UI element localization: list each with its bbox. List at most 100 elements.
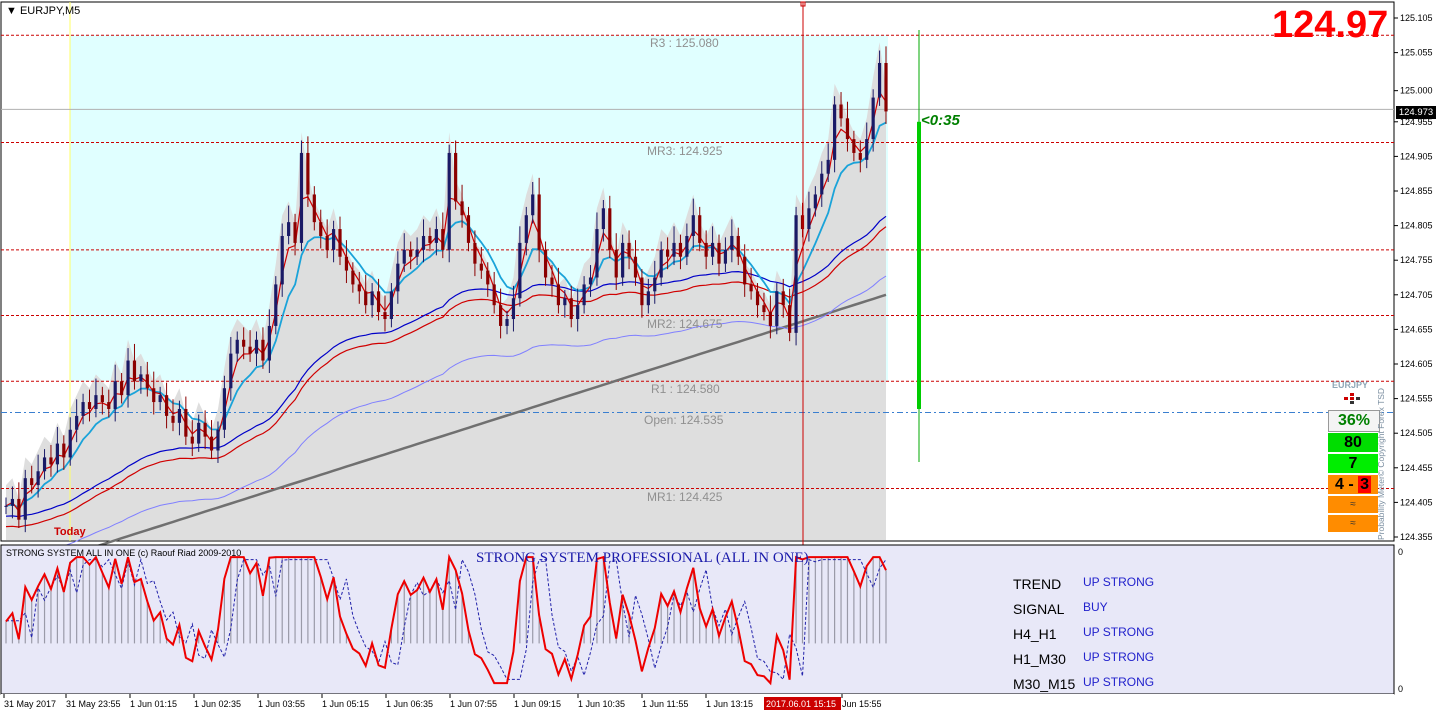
candle-body [344,256,349,271]
candle-body [383,312,387,320]
candle-body [287,222,291,236]
meter-box-3-left: 4 [1334,476,1344,493]
x-tick-label: 1 Jun 06:35 [386,699,433,709]
meter-vertical-label: Probability Meter© Copyright Forex TSD [1376,387,1386,540]
candle-body [845,118,850,140]
candle-body [197,422,201,444]
candle-body [813,194,817,209]
candle-body [36,471,40,486]
candle-body [582,284,586,306]
candle-body [120,381,124,396]
candle-body [595,229,599,278]
indicator-center-title: STRONG SYSTEM PROFESSIONAL (ALL IN ONE) [476,550,809,566]
chart-canvas[interactable]: 125.105125.055125.000124.955124.905124.8… [0,0,1436,717]
status-row-value: UP STRONG [1083,650,1155,664]
candle-body [807,208,811,230]
candle-body [235,339,239,354]
candle-body [691,215,695,236]
x-tick-label: 1 Jun 05:15 [322,699,369,709]
candle-body [132,360,137,382]
candle-body [717,242,721,264]
candle-body [364,291,368,306]
status-row-label: H4_H1 [1013,626,1057,642]
big-price: 124.97 [1272,4,1389,46]
y-tick-label: 124.805 [1400,221,1433,231]
candle-body [550,277,554,285]
x-tick-label: 1 Jun 11:55 [642,699,688,709]
candle-body [788,305,792,333]
candle-body [524,215,528,243]
candle-body [454,152,458,202]
x-tick-label: Jun 15:55 [842,699,882,709]
candle-body [614,249,618,278]
status-row-value: UP STRONG [1083,675,1155,689]
meter-box-3-right: 3 [1358,476,1372,493]
y-tick-label: 124.605 [1400,359,1433,369]
symbol-label: ▼ EURJPY,M5 [6,5,81,17]
candle-body [209,436,214,451]
candle-body [10,498,15,506]
y-tick-label: 124.455 [1400,463,1433,473]
candle-body [81,402,85,416]
x-tick-label: 1 Jun 07:55 [450,699,497,709]
candle-timer: <0:35 [921,112,960,129]
candle-body [312,194,316,223]
candle-body [755,291,760,306]
candle-body [171,415,175,423]
candle-body [518,242,522,299]
status-row-value: BUY [1083,600,1108,614]
candle-body [556,284,561,306]
x-tick-label: 1 Jun 03:55 [258,699,305,709]
candle-body [107,402,111,409]
candle-body [653,277,657,292]
indicator-scale-top: 0 [1398,547,1404,557]
candle-body [75,415,79,430]
candle-body [531,194,535,216]
candle-body [42,457,47,472]
candle-body [203,422,207,437]
candle-body [222,388,226,430]
candle-body [100,395,104,403]
candle-body [633,256,638,278]
candle-body [543,249,548,278]
meter-box-1: 80 [1328,433,1378,452]
candle-body [852,139,856,153]
candle-body [743,256,747,285]
candle-body [685,235,689,257]
candle-body [55,443,59,465]
pivot-label: MR1: 124.425 [647,489,723,504]
candle-body [858,152,862,160]
candle-body [23,478,27,520]
timer-bar [917,121,921,409]
x-tick-label: 1 Jun 09:15 [514,699,561,709]
y-tick-label: 124.405 [1400,497,1433,507]
candle-body [30,478,34,486]
candle-body [139,374,143,382]
candle-body [319,222,323,236]
dropdown-triangle-icon[interactable]: ▼ [6,5,17,17]
probability-meter: EURJPY 36% 80 7 4 - 3 ≈ ≈ Probability Me… [1326,380,1386,540]
candle-body [781,291,785,306]
y-tick-label: 124.655 [1400,324,1433,334]
candle-body [242,339,246,347]
candle-body [306,152,310,195]
candle-body [588,277,593,285]
candle-body [492,284,496,306]
candle-body [338,229,342,257]
candle-body [229,353,233,389]
candle-body [248,346,252,354]
candle-body [576,305,580,320]
candle-body [505,319,509,326]
candle-body [17,498,21,520]
candle-body [479,263,483,271]
candle-body [826,159,830,174]
candle-body [627,242,631,257]
candle-body [216,429,220,451]
candle-body [325,235,329,250]
candle-body [511,298,516,320]
candle-body [640,277,644,306]
x-tick-label: 1 Jun 02:35 [194,699,241,709]
candle-body [62,443,66,458]
candle-body [49,457,53,465]
candle-body [820,173,824,195]
